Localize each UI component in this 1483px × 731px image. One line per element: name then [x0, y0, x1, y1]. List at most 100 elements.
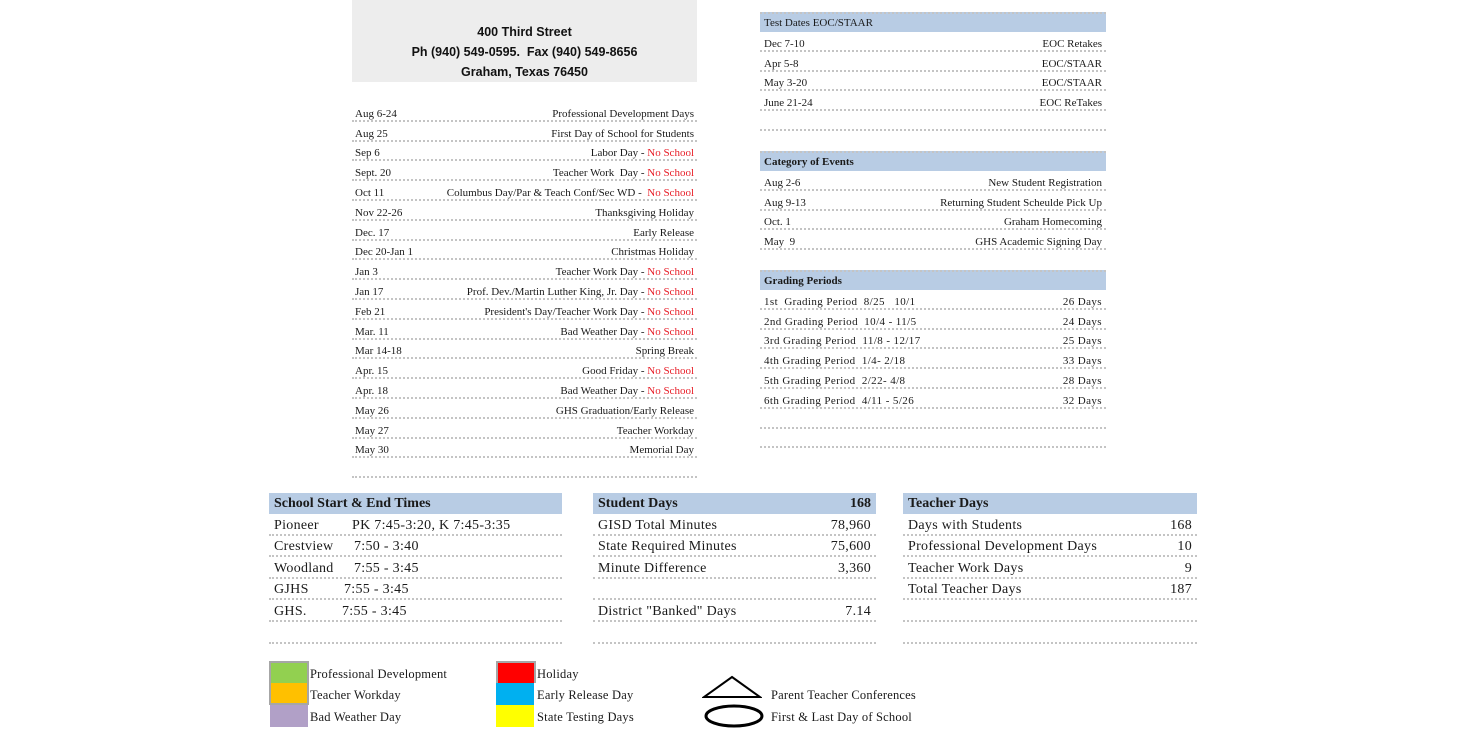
teacher-days-header: Teacher Days: [903, 493, 1197, 514]
event-row: May 27 Teacher Workday: [352, 419, 697, 439]
grading-period-row: 4th Grading Period 1/4- 2/18 33 Days: [760, 349, 1106, 370]
grading-period-left: 3rd Grading Period 11/8 - 12/17: [764, 335, 921, 348]
event-row: Sept. 20 Teacher Work Day - No School: [352, 161, 697, 182]
event-description: Thanksgiving Holiday: [595, 207, 694, 219]
grading-period-row: 2nd Grading Period 10/4 - 11/5 24 Days: [760, 310, 1106, 330]
grading-period-row: 6th Grading Period 4/11 - 5/26 32 Days: [760, 389, 1106, 409]
blank-row: [760, 111, 1106, 131]
grading-periods-title: Grading Periods: [764, 275, 842, 287]
teacher-days-row: Total Teacher Days 187: [903, 579, 1197, 601]
grading-period-right: 32 Days: [1062, 394, 1102, 407]
event-row: Feb 21 President's Day/Teacher Work Day -…: [352, 300, 697, 320]
test-dates-header: Test Dates EOC/STAAR: [760, 12, 1106, 32]
teacher-days-row: Days with Students 168: [903, 514, 1197, 536]
event-name: Spring Break: [635, 345, 694, 358]
legend-swatch-holiday: [496, 661, 536, 683]
oval-icon: [704, 704, 764, 728]
category-event-right: Graham Homecoming: [1003, 216, 1102, 229]
legend-swatch-early-release: [496, 683, 534, 705]
event-description: Christmas Holiday: [611, 246, 694, 258]
no-school-label: No School: [647, 147, 694, 160]
school-time-row: Crestview 7:50 - 3:40: [269, 536, 562, 558]
category-event-right: Returning Student Scheulde Pick Up: [940, 196, 1102, 209]
event-row: May 30 Memorial Day: [352, 439, 697, 459]
event-date: Sep 6: [355, 147, 380, 160]
grading-period-left: 1st Grading Period 8/25 10/1: [764, 295, 916, 308]
school-hours: 7:50 - 3:40: [354, 539, 419, 555]
event-description: Bad Weather Day - No School: [560, 385, 694, 397]
test-date-right: EOC ReTakes: [1039, 97, 1102, 110]
event-name: GHS Graduation/Early Release: [555, 404, 694, 417]
grading-period-left: 4th Grading Period 1/4- 2/18: [764, 355, 906, 368]
school-name: Woodland: [274, 560, 334, 576]
event-name: Teacher Workday: [616, 424, 694, 437]
event-date: Sept. 20: [355, 167, 392, 180]
address-phone-fax: Ph (940) 549-0595. Fax (940) 549-8656: [411, 45, 638, 59]
school-times-table: School Start & End Times Pioneer PK 7:45-…: [269, 493, 562, 644]
event-name: Thanksgiving Holiday: [595, 206, 694, 219]
test-date-left: Apr 5-8: [764, 57, 799, 70]
category-event-right: New Student Registration: [988, 176, 1102, 189]
blank-row: [269, 622, 562, 644]
event-date: May 26: [355, 404, 389, 417]
teacher-days-table: Teacher Days Days with Students 168 Profes…: [903, 493, 1197, 644]
banked-days-row: District "Banked" Days 7.14: [593, 600, 876, 622]
grading-period-right: 28 Days: [1062, 374, 1102, 387]
banked-days-value: 7.14: [845, 603, 871, 619]
event-row: Sep 6 Labor Day - No School: [352, 142, 697, 162]
event-date: Mar 14-18: [355, 345, 402, 358]
event-name: Bad Weather Day -: [560, 384, 648, 397]
teacher-days-label: Teacher Work Days: [908, 560, 1024, 576]
category-events-table: Category of Events Aug 2-6 New Student Re…: [760, 151, 1106, 251]
test-date-right: EOC Retakes: [1042, 37, 1102, 50]
blank-row: [760, 429, 1106, 449]
student-days-label: Minute Difference: [598, 560, 707, 576]
test-date-left: Dec 7-10: [764, 37, 805, 50]
no-school-label: No School: [647, 285, 694, 298]
student-days-value: 3,360: [838, 560, 871, 576]
school-time-row: GHS. 7:55 - 3:45: [269, 600, 562, 622]
event-description: Columbus Day/Par & Teach Conf/Sec WD - N…: [447, 187, 694, 199]
no-school-label: No School: [647, 305, 694, 318]
student-days-value: 78,960: [830, 517, 871, 533]
event-row: Apr. 18 Bad Weather Day - No School: [352, 379, 697, 399]
grading-period-row: 5th Grading Period 2/22- 4/8 28 Days: [760, 369, 1106, 389]
event-date: Aug 25: [355, 127, 388, 140]
school-time-row: GJHS 7:55 - 3:45: [269, 579, 562, 601]
blank-row: [760, 409, 1106, 429]
category-event-row: Aug 9-13 Returning Student Scheulde Pick …: [760, 191, 1106, 211]
event-row: Mar. 11 Bad Weather Day - No School: [352, 320, 697, 340]
test-date-row: May 3-20 EOC/STAAR: [760, 72, 1106, 92]
school-time-row: Woodland 7:55 - 3:45: [269, 557, 562, 579]
teacher-days-title: Teacher Days: [908, 495, 989, 511]
legend-label-first-last-day: First & Last Day of School: [771, 710, 912, 724]
grading-period-row: 1st Grading Period 8/25 10/1 26 Days: [760, 290, 1106, 310]
event-description: Teacher Work Day - No School: [553, 167, 694, 179]
grading-period-row: 3rd Grading Period 11/8 - 12/17 25 Days: [760, 330, 1106, 350]
event-date: Aug 6-24: [355, 107, 397, 120]
student-days-count: 168: [850, 495, 871, 511]
teacher-days-value: 9: [1184, 560, 1192, 576]
category-event-left: Oct. 1: [764, 216, 791, 229]
legend-label-holiday: Holiday: [537, 667, 579, 681]
no-school-label: No School: [647, 186, 694, 199]
event-description: Bad Weather Day - No School: [560, 326, 694, 338]
event-row: Nov 22-26 Thanksgiving Holiday: [352, 201, 697, 221]
triangle-icon: [702, 675, 762, 698]
event-date: Jan 17: [355, 285, 384, 298]
legend-label-parent-teacher-conferences: Parent Teacher Conferences: [771, 688, 916, 702]
grading-period-left: 6th Grading Period 4/11 - 5/26: [764, 394, 915, 407]
school-times-title: School Start & End Times: [274, 495, 431, 511]
school-hours: 7:55 - 3:45: [342, 603, 407, 619]
event-description: Teacher Work Day - No School: [556, 266, 694, 278]
event-description: Memorial Day: [630, 444, 694, 456]
event-description: Early Release: [633, 227, 694, 239]
event-date: May 30: [355, 444, 389, 457]
legend-label-teacher-workday: Teacher Workday: [310, 688, 401, 702]
test-dates-title: Test Dates EOC/STAAR: [764, 17, 873, 29]
event-name: Early Release: [633, 226, 694, 239]
event-description: Professional Development Days: [552, 108, 694, 120]
event-date: Mar. 11: [355, 325, 389, 338]
address-header: 400 Third Street Ph (940) 549-0595. Fax …: [352, 0, 697, 82]
event-description: Spring Break: [636, 345, 694, 357]
